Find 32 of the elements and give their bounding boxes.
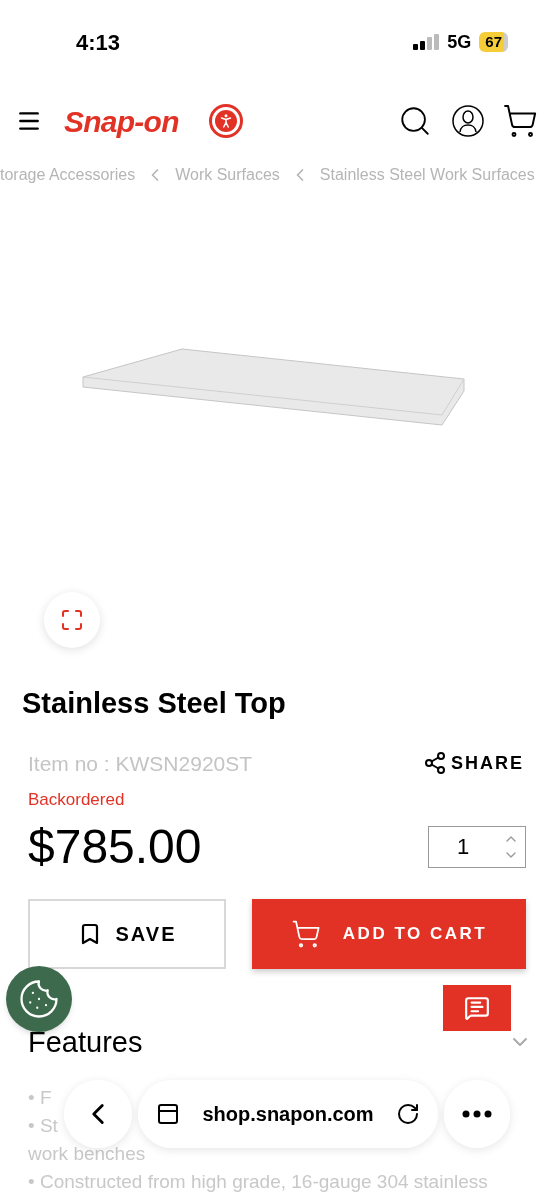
availability-status: Backordered [27,789,126,811]
network-label: 5G [447,30,472,54]
price: $785.00 [28,822,202,871]
quantity-stepper[interactable]: 1 [428,825,526,868]
account-icon[interactable] [452,105,484,137]
fullscreen-button[interactable] [44,592,100,648]
help-button[interactable] [443,985,511,1031]
address-bar[interactable]: shop.snapon.com [138,1080,438,1148]
chat-icon [464,995,490,1021]
product-title: Stainless Steel Top [22,686,287,721]
cookie-icon [18,978,60,1020]
accessibility-button[interactable] [208,104,243,138]
tabs-icon[interactable] [156,1102,180,1126]
more-button[interactable] [444,1080,510,1148]
share-icon [423,751,447,776]
reload-icon[interactable] [396,1102,420,1126]
features-heading: Features [28,1024,143,1060]
cart-icon [290,918,321,949]
share-button[interactable]: SHARE [423,749,524,777]
item-number: Item no : KWSN2920ST [28,750,253,777]
cart-icon[interactable] [502,103,538,139]
add-to-cart-button[interactable]: ADD TO CART [252,898,526,969]
status-time: 4:13 [76,28,121,57]
snap-on-logo[interactable]: Snap-on [64,98,179,144]
url-text: shop.snapon.com [202,1102,374,1127]
search-icon[interactable] [398,104,432,138]
battery-indicator: 67 [479,32,508,52]
save-button[interactable]: SAVE [28,898,226,969]
expand-icon [60,608,84,632]
more-icon [462,1110,492,1118]
cookie-button[interactable] [6,966,72,1032]
signal-icon [413,34,440,50]
